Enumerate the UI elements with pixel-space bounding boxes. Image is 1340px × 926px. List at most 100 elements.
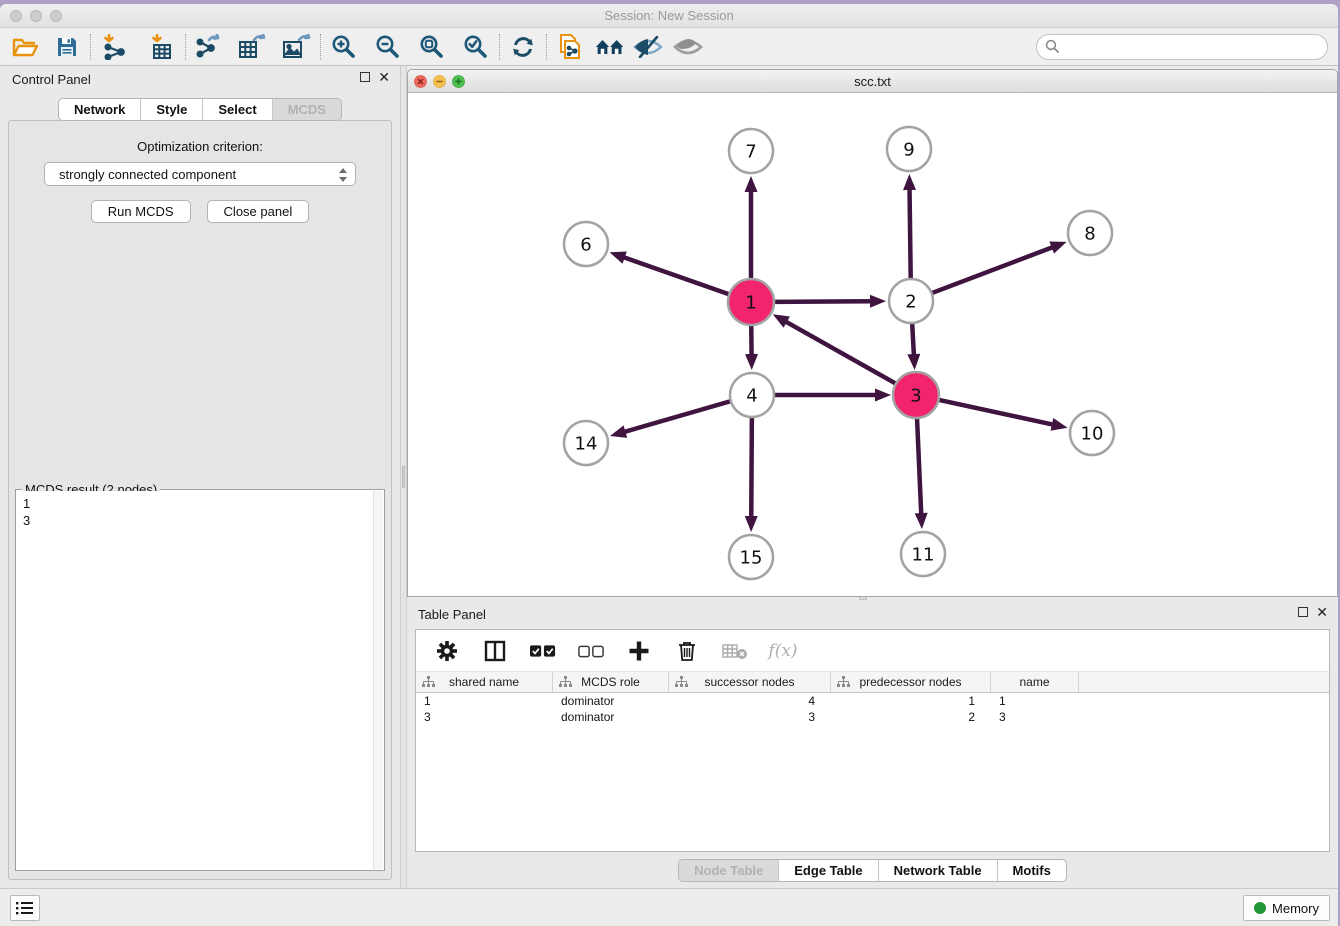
import-network-button[interactable] [99,32,129,62]
graph-node-15[interactable]: 15 [729,535,773,579]
open-session-button[interactable] [10,32,40,62]
tab-motifs[interactable]: Motifs [997,860,1066,881]
tab-node-table[interactable]: Node Table [679,860,778,881]
attribute-type-icon [837,676,850,688]
table-row[interactable]: 3dominator323 [416,709,1329,725]
close-panel-icon[interactable]: ✕ [378,72,390,82]
graph-edge-4-14[interactable] [610,401,730,437]
main-titlebar: Session: New Session [0,4,1338,28]
create-column-button[interactable] [626,638,652,664]
save-session-button[interactable] [52,32,82,62]
function-builder-icon: f(x) [768,641,797,661]
show-column-selector-button[interactable] [482,638,508,664]
cell-shared-name: 3 [416,709,553,725]
graph-node-10[interactable]: 10 [1070,411,1114,455]
graph-node-2[interactable]: 2 [889,279,933,323]
graph-edge-1-7[interactable] [745,176,758,279]
tab-network-table[interactable]: Network Table [878,860,997,881]
export-network-icon [195,34,223,60]
graph-edge-3-11[interactable] [915,418,928,529]
graph-node-6[interactable]: 6 [564,222,608,266]
network-canvas[interactable]: 7 9 6 8 1 2 4 3 14 10 15 11 [408,93,1337,596]
copy-network-button[interactable] [555,32,585,62]
tab-style[interactable]: Style [140,99,202,120]
zoom-fit-button[interactable] [417,32,447,62]
mcds-result-scrollbar[interactable] [373,491,383,869]
graph-edge-1-4[interactable] [745,325,758,370]
select-all-button[interactable] [530,638,556,664]
close-panel-icon[interactable]: ✕ [1316,607,1328,617]
task-history-button[interactable] [10,895,40,921]
trash-icon [677,640,697,662]
graph-edge-2-3[interactable] [907,324,920,370]
splitter-grip[interactable] [402,466,405,488]
run-mcds-button[interactable]: Run MCDS [91,200,191,223]
table-row[interactable]: 1dominator411 [416,693,1329,709]
hide-graphics-details-button[interactable] [633,32,663,62]
svg-text:14: 14 [575,433,598,454]
import-table-button[interactable] [147,32,177,62]
graph-edge-4-15[interactable] [745,418,758,532]
memory-button[interactable]: Memory [1243,895,1330,921]
tab-mcds[interactable]: MCDS [272,99,341,120]
table-panel: Table Panel ✕ [407,601,1338,888]
column-header-predecessor-nodes[interactable]: predecessor nodes [831,672,991,692]
export-network-button[interactable] [194,32,224,62]
tab-edge-table[interactable]: Edge Table [778,860,877,881]
graph-node-4[interactable]: 4 [730,373,774,417]
vertical-splitter[interactable] [400,66,407,888]
column-header-successor-nodes[interactable]: successor nodes [669,672,831,692]
float-panel-icon[interactable] [360,72,370,82]
network-overview-button[interactable] [595,32,625,62]
toolbar-separator [546,34,547,60]
export-image-button[interactable] [282,32,312,62]
graph-edge-2-9[interactable] [903,174,916,278]
graph-edge-2-8[interactable] [933,241,1067,292]
list-icon [15,900,35,916]
control-panel: Control Panel ✕ NetworkStyleSelectMCDS O… [0,66,400,888]
clear-checkboxes-icon [578,644,604,658]
graph-edge-4-3[interactable] [775,389,891,402]
zoom-selected-button[interactable] [461,32,491,62]
graph-edge-1-6[interactable] [610,251,730,294]
column-header-shared-name[interactable]: shared name [416,672,553,692]
mcds-result-text[interactable]: 1 3 [17,491,373,869]
tab-network[interactable]: Network [59,99,140,120]
graph-node-11[interactable]: 11 [901,532,945,576]
zoom-in-button[interactable] [329,32,359,62]
graph-node-3[interactable]: 3 [893,372,939,418]
graph-node-7[interactable]: 7 [729,129,773,173]
tab-select[interactable]: Select [202,99,271,120]
gear-icon [436,640,458,662]
memory-status-icon [1254,902,1266,914]
float-panel-icon[interactable] [1298,607,1308,617]
show-graphics-details-button[interactable] [673,32,703,62]
optimization-criterion-dropdown[interactable]: strongly connected component [44,162,356,186]
svg-text:1: 1 [745,292,756,313]
graph-node-9[interactable]: 9 [887,127,931,171]
table-settings-button[interactable] [434,638,460,664]
deselect-all-button[interactable] [578,638,604,664]
graph-node-14[interactable]: 14 [564,421,608,465]
column-header-MCDS-role[interactable]: MCDS role [553,672,669,692]
memory-label: Memory [1272,901,1319,916]
graph-edge-1-2[interactable] [774,295,886,308]
graph-edge-3-1[interactable] [773,314,896,383]
graph-node-1[interactable]: 1 [728,279,774,325]
delete-table-button[interactable] [722,638,748,664]
zoom-out-button[interactable] [373,32,403,62]
function-builder-button[interactable]: f(x) [770,638,796,664]
delete-column-button[interactable] [674,638,700,664]
search-input[interactable] [1064,37,1327,57]
graph-node-8[interactable]: 8 [1068,211,1112,255]
application-window: Session: New Session [0,4,1338,926]
refresh-icon [510,34,536,60]
eye-slash-icon [633,36,663,58]
close-panel-button[interactable]: Close panel [207,200,310,223]
export-table-button[interactable] [238,32,268,62]
refresh-view-button[interactable] [508,32,538,62]
column-header-name[interactable]: name [991,672,1079,692]
graph-edge-3-10[interactable] [938,400,1067,431]
svg-text:11: 11 [912,544,935,565]
cell-predecessor-nodes: 1 [831,693,991,709]
